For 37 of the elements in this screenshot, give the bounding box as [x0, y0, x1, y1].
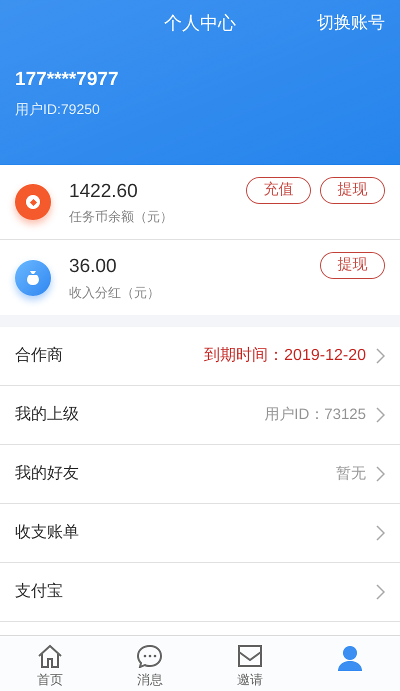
menu-label: 收支账单 — [15, 522, 80, 543]
menu-item[interactable]: 我的上级 用户ID：73125 — [0, 386, 400, 445]
menu-item[interactable]: 合作商 到期时间：2019-12-20 — [0, 327, 400, 386]
menu-value: 用户ID：73125 — [264, 404, 366, 425]
tab[interactable]: 邀请 — [200, 636, 300, 691]
action-button[interactable]: 提现 — [320, 177, 385, 204]
balance-amount: 1422.60 — [69, 180, 139, 204]
action-button[interactable]: 提现 — [320, 252, 385, 279]
menu-value: 到期时间：2019-12-20 — [204, 346, 366, 366]
coin-icon — [15, 184, 51, 220]
menu-label: 支付宝 — [15, 582, 64, 602]
balance-amount: 36.00 — [69, 255, 118, 279]
menu-label: 合作商 — [15, 346, 64, 366]
user-icon — [337, 644, 363, 672]
menu-value: 暂无 — [336, 464, 366, 484]
chevron-icon — [376, 407, 385, 423]
menu-item[interactable]: 我的好友 暂无 — [0, 445, 400, 504]
money-bag-icon — [15, 260, 51, 296]
chat-bubble-icon — [137, 644, 163, 668]
chevron-icon — [376, 466, 385, 482]
phone-number: 177****7977 — [15, 68, 120, 92]
chevron-icon — [376, 584, 385, 600]
action-button[interactable]: 充值 — [246, 177, 311, 204]
page-title: 个人中心 — [164, 12, 236, 34]
menu-label: 我的好友 — [15, 464, 80, 484]
tab[interactable]: 首页 — [0, 636, 100, 691]
user-id: 用户ID:79250 — [15, 100, 101, 118]
home-icon — [37, 644, 63, 668]
inbox-icon — [237, 644, 263, 668]
balance-label: 任务币余额（元） — [69, 208, 174, 226]
menu-item[interactable]: 收支账单 — [0, 504, 400, 563]
switch-account-link[interactable]: 切换账号 — [317, 10, 385, 36]
balance-label: 收入分红（元） — [69, 284, 161, 302]
chevron-icon — [376, 348, 385, 364]
chevron-icon — [376, 525, 385, 541]
menu-label: 我的上级 — [15, 404, 80, 425]
tab[interactable]: 消息 — [100, 636, 200, 691]
